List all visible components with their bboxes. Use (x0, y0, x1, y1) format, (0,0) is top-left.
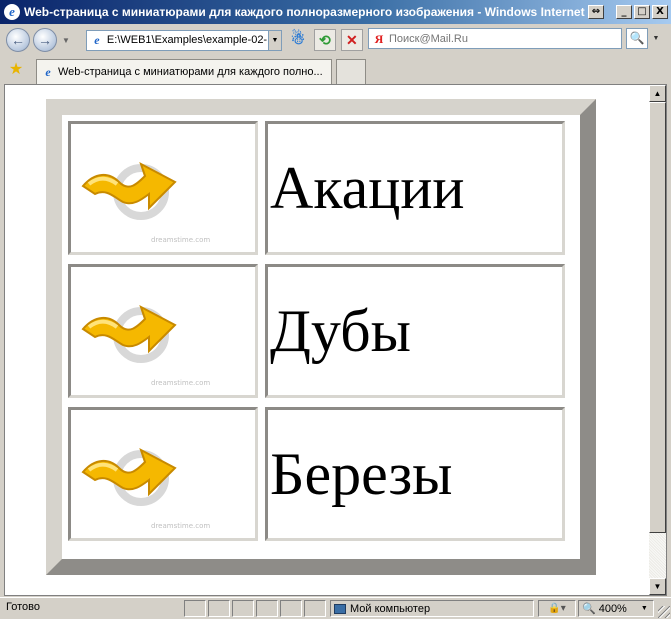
watermark: dreamstime.com (151, 236, 211, 244)
page-viewport: dreamstime.com Акации dreamstime.com Дуб… (4, 84, 667, 596)
close-button[interactable]: X (652, 5, 668, 19)
arrow-thumbnail-icon[interactable] (79, 428, 199, 518)
watermark: dreamstime.com (151, 522, 211, 530)
watermark: dreamstime.com (151, 379, 211, 387)
window-title: Web-страница с миниатюрами для каждого п… (24, 5, 586, 19)
scroll-down-icon[interactable]: ▼ (649, 578, 666, 595)
restore-icon[interactable]: ⇔ (588, 5, 604, 19)
tab-bar: ★ e Web-страница с миниатюрами для каждо… (0, 56, 671, 84)
arrow-thumbnail-icon[interactable] (79, 142, 199, 232)
status-bar: Готово Мой компьютер 🔒▾ 🔍 400% ▼ (0, 597, 671, 619)
scroll-up-icon[interactable]: ▲ (649, 85, 666, 102)
page-icon: e (94, 33, 100, 47)
status-segment (280, 600, 302, 617)
search-icon[interactable]: 🔍 (626, 28, 648, 49)
recent-pages-dropdown-icon[interactable]: ▼ (62, 36, 70, 45)
scrollbar-thumb[interactable] (649, 102, 666, 533)
stop-icon[interactable]: ✕ (340, 29, 363, 51)
arrow-thumbnail-icon[interactable] (79, 285, 199, 375)
thumbnail-table: dreamstime.com Акации dreamstime.com Дуб… (46, 99, 596, 575)
label-cell: Дубы (265, 264, 565, 398)
thumbnail-cell[interactable]: dreamstime.com (68, 407, 258, 541)
back-button[interactable]: ← (6, 28, 30, 52)
search-options-dropdown-icon[interactable]: ▼ (650, 28, 662, 49)
zoom-icon: 🔍 (582, 603, 596, 615)
row-label: Акации (270, 155, 465, 221)
resize-grip-icon[interactable] (658, 606, 670, 618)
address-input[interactable]: E:\WEB1\Examples\example-02- (107, 34, 268, 46)
zone-label: Мой компьютер (350, 602, 431, 615)
zoom-dropdown-icon[interactable]: ▼ (641, 605, 648, 612)
compatibility-view-icon[interactable]: ☃ (287, 29, 309, 51)
tab-page-icon: e (45, 65, 51, 79)
zoom-control[interactable]: 🔍 400% ▼ (578, 600, 654, 617)
forward-button[interactable]: → (33, 28, 57, 52)
status-segment (304, 600, 326, 617)
maximize-button[interactable]: □ (634, 5, 650, 19)
label-cell: Акации (265, 121, 565, 255)
favorites-star-icon[interactable]: ★ (7, 61, 25, 79)
title-bar: e Web-страница с миниатюрами для каждого… (0, 0, 671, 24)
computer-icon (334, 603, 346, 614)
address-dropdown-icon[interactable]: ▼ (267, 30, 281, 50)
tab-active[interactable]: e Web-страница с миниатюрами для каждого… (36, 59, 332, 84)
security-zone[interactable]: Мой компьютер (330, 600, 534, 617)
thumbnail-cell[interactable]: dreamstime.com (68, 121, 258, 255)
search-box[interactable]: Я (368, 28, 622, 49)
thumbnail-cell[interactable]: dreamstime.com (68, 264, 258, 398)
navigation-bar: ← → ▼ e E:\WEB1\Examples\example-02- ▼ ☃… (0, 24, 671, 56)
status-text: Готово (6, 601, 40, 613)
search-provider-icon: Я (374, 31, 384, 46)
label-cell: Березы (265, 407, 565, 541)
row-label: Березы (270, 441, 453, 507)
ie-logo-icon: e (4, 4, 20, 20)
minimize-button[interactable]: _ (616, 5, 632, 19)
row-label: Дубы (270, 298, 411, 364)
status-segment (184, 600, 206, 617)
zoom-level: 400% (598, 602, 627, 615)
refresh-icon[interactable]: ⟲ (313, 29, 336, 51)
search-input[interactable] (389, 32, 609, 45)
protected-mode-icon[interactable]: 🔒▾ (538, 600, 576, 617)
vertical-scrollbar[interactable]: ▲ ▼ (649, 85, 666, 595)
status-segment (208, 600, 230, 617)
status-segment (256, 600, 278, 617)
address-bar[interactable]: e E:\WEB1\Examples\example-02- ▼ (85, 29, 282, 51)
status-segment (232, 600, 254, 617)
new-tab-button[interactable] (336, 59, 366, 84)
tab-label: Web-страница с миниатюрами для каждого п… (58, 66, 323, 78)
